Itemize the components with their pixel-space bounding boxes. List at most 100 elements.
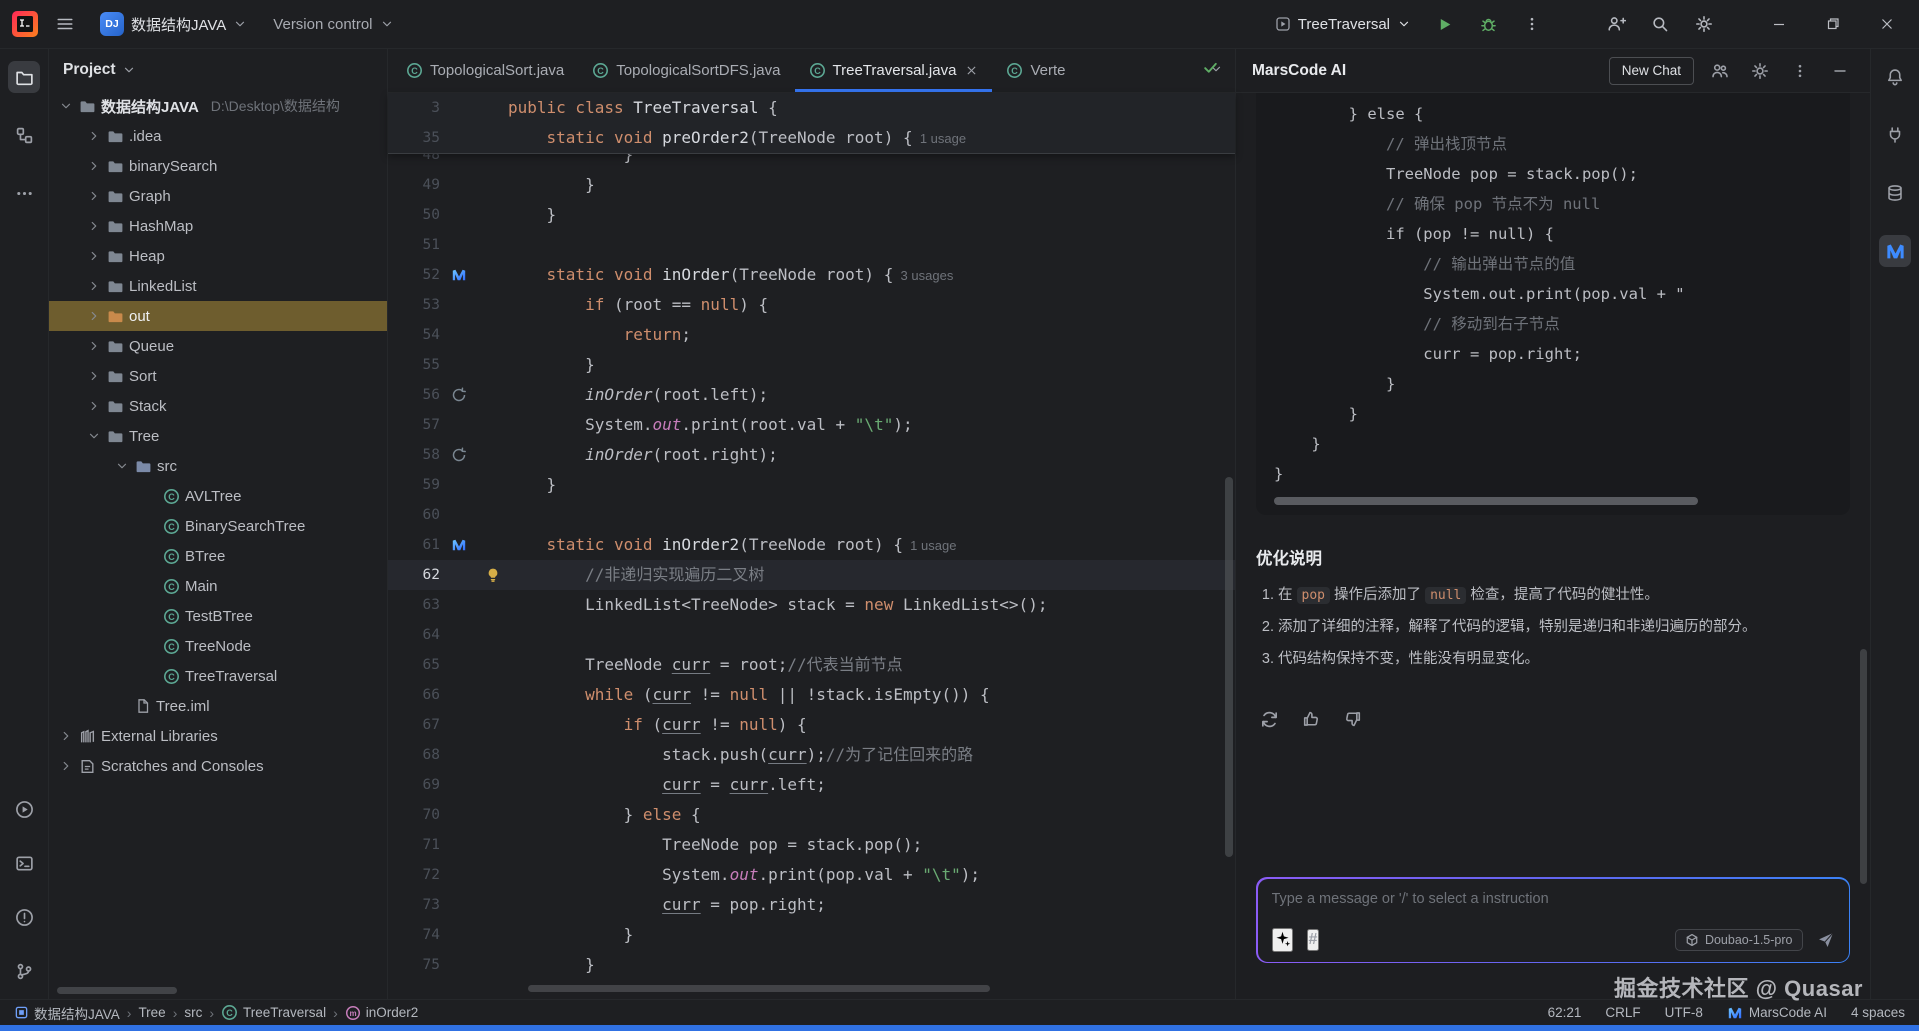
code-line-67[interactable]: 67 if (curr != null) { xyxy=(388,710,1235,740)
code-line-63[interactable]: 63 LinkedList<TreeNode> stack = new Link… xyxy=(388,590,1235,620)
more-actions-button[interactable] xyxy=(1515,7,1549,41)
code-line-35[interactable]: 35 static void preOrder2(TreeNode root) … xyxy=(388,123,1235,153)
code-line-55[interactable]: 55 } xyxy=(388,350,1235,380)
debug-button[interactable] xyxy=(1471,7,1505,41)
editor-tab-treetraversal-java[interactable]: CTreeTraversal.java xyxy=(795,49,993,92)
editor-vertical-scrollbar[interactable] xyxy=(1225,477,1233,857)
code-line-74[interactable]: 74 } xyxy=(388,920,1235,950)
version-control-tool-button[interactable] xyxy=(8,955,40,987)
tree-item-testbtree[interactable]: CTestBTree xyxy=(49,601,387,631)
ai-plugin-tool-button[interactable] xyxy=(1879,119,1911,151)
tree-item-out[interactable]: out xyxy=(49,301,387,331)
intention-bulb-icon[interactable] xyxy=(478,560,508,590)
recursive-gutter-icon[interactable] xyxy=(440,440,478,470)
code-line-66[interactable]: 66 while (curr != null || !stack.isEmpty… xyxy=(388,680,1235,710)
database-tool-button[interactable] xyxy=(1879,177,1911,209)
minimize-button[interactable] xyxy=(1757,7,1801,41)
code-line-56[interactable]: 56 inOrder(root.left); xyxy=(388,380,1235,410)
code-line-57[interactable]: 57 System.out.print(root.val + "\t"); xyxy=(388,410,1235,440)
breadcrumb-item-tree[interactable]: Tree xyxy=(138,1005,165,1020)
run-config-selector[interactable]: TreeTraversal xyxy=(1269,12,1417,37)
project-horizontal-scrollbar[interactable] xyxy=(57,987,177,994)
model-selector[interactable]: Doubao-1.5-pro xyxy=(1675,929,1803,951)
project-selector[interactable]: DJ 数据结构JAVA xyxy=(92,8,255,40)
structure-tool-button[interactable] xyxy=(8,119,40,151)
tree-item-hashmap[interactable]: HashMap xyxy=(49,211,387,241)
code-line-70[interactable]: 70 } else { xyxy=(388,800,1235,830)
tree-item-queue[interactable]: Queue xyxy=(49,331,387,361)
tree-item-tree-iml[interactable]: Tree.iml xyxy=(49,691,387,721)
tree-item-main[interactable]: CMain xyxy=(49,571,387,601)
code-line-52[interactable]: 52 static void inOrder(TreeNode root) { … xyxy=(388,260,1235,290)
tree-item--java[interactable]: 数据结构JAVAD:\Desktop\数据结构 xyxy=(49,91,387,121)
breadcrumb-item-src[interactable]: src xyxy=(184,1005,202,1020)
file-encoding[interactable]: UTF-8 xyxy=(1665,1005,1703,1020)
enhance-prompt-button[interactable] xyxy=(1272,928,1293,952)
project-tool-button[interactable] xyxy=(8,61,40,93)
indent-style[interactable]: 4 spaces xyxy=(1851,1005,1905,1020)
code-line-50[interactable]: 50 } xyxy=(388,200,1235,230)
breadcrumb-item-treetraversal[interactable]: CTreeTraversal xyxy=(221,1004,326,1021)
run-tool-button[interactable] xyxy=(8,793,40,825)
code-line-73[interactable]: 73 curr = pop.right; xyxy=(388,890,1235,920)
tree-item-tree[interactable]: Tree xyxy=(49,421,387,451)
tree-item-btree[interactable]: CBTree xyxy=(49,541,387,571)
tree-item-binarysearch[interactable]: binarySearch xyxy=(49,151,387,181)
new-chat-button[interactable]: New Chat xyxy=(1609,57,1694,85)
inspections-ok-icon[interactable] xyxy=(1202,59,1219,76)
breadcrumb-item--java[interactable]: 数据结构JAVA xyxy=(14,1003,120,1023)
tree-item-src[interactable]: src xyxy=(49,451,387,481)
marscode-status[interactable]: MarsCode AI xyxy=(1727,1005,1827,1021)
thumbs-up-button[interactable] xyxy=(1298,706,1324,732)
tree-item-scratches-and-consoles[interactable]: Scratches and Consoles xyxy=(49,751,387,781)
context-button[interactable]: # xyxy=(1307,929,1320,951)
restore-button[interactable] xyxy=(1811,7,1855,41)
regenerate-button[interactable] xyxy=(1256,706,1282,732)
project-panel-header[interactable]: Project xyxy=(49,49,387,91)
marscode-gutter-icon[interactable] xyxy=(440,530,478,560)
more-tool-button[interactable] xyxy=(8,177,40,209)
tree-item-linkedlist[interactable]: LinkedList xyxy=(49,271,387,301)
ai-more-button[interactable] xyxy=(1786,57,1814,85)
run-button[interactable] xyxy=(1427,7,1461,41)
tree-item-avltree[interactable]: CAVLTree xyxy=(49,481,387,511)
marscode-gutter-icon[interactable] xyxy=(440,260,478,290)
tree-item-stack[interactable]: Stack xyxy=(49,391,387,421)
code-line-58[interactable]: 58 inOrder(root.right); xyxy=(388,440,1235,470)
tree-item--idea[interactable]: .idea xyxy=(49,121,387,151)
ai-message-input[interactable] xyxy=(1272,891,1835,907)
editor-tab-verte[interactable]: CVerte xyxy=(992,49,1079,92)
code-line-53[interactable]: 53 if (root == null) { xyxy=(388,290,1235,320)
tree-item-binarysearchtree[interactable]: CBinarySearchTree xyxy=(49,511,387,541)
community-button[interactable] xyxy=(1706,57,1734,85)
code-line-60[interactable]: 60 xyxy=(388,500,1235,530)
tree-item-treetraversal[interactable]: CTreeTraversal xyxy=(49,661,387,691)
code-line-69[interactable]: 69 curr = curr.left; xyxy=(388,770,1235,800)
vcs-selector[interactable]: Version control xyxy=(265,12,401,37)
editor-horizontal-scrollbar[interactable] xyxy=(528,985,990,992)
code-with-me-button[interactable] xyxy=(1599,7,1633,41)
code-line-61[interactable]: 61 static void inOrder2(TreeNode root) {… xyxy=(388,530,1235,560)
recursive-gutter-icon[interactable] xyxy=(440,380,478,410)
code-line-68[interactable]: 68 stack.push(curr);//为了记住回来的路 xyxy=(388,740,1235,770)
thumbs-down-button[interactable] xyxy=(1340,706,1366,732)
send-button[interactable] xyxy=(1817,931,1835,949)
tree-item-external-libraries[interactable]: External Libraries xyxy=(49,721,387,751)
tree-item-sort[interactable]: Sort xyxy=(49,361,387,391)
code-line-75[interactable]: 75 } xyxy=(388,950,1235,980)
notifications-tool-button[interactable] xyxy=(1879,61,1911,93)
close-tab-icon[interactable] xyxy=(965,64,978,77)
terminal-tool-button[interactable] xyxy=(8,847,40,879)
breadcrumb-item-inorder2[interactable]: minOrder2 xyxy=(345,1005,419,1021)
code-line-59[interactable]: 59 } xyxy=(388,470,1235,500)
code-line-54[interactable]: 54 return; xyxy=(388,320,1235,350)
editor-tab-topologicalsortdfs-java[interactable]: CTopologicalSortDFS.java xyxy=(578,49,794,92)
caret-position[interactable]: 62:21 xyxy=(1548,1005,1582,1020)
hide-panel-button[interactable] xyxy=(1826,57,1854,85)
code-line-49[interactable]: 49 } xyxy=(388,170,1235,200)
close-button[interactable] xyxy=(1865,7,1909,41)
tree-item-graph[interactable]: Graph xyxy=(49,181,387,211)
search-everywhere-button[interactable] xyxy=(1643,7,1677,41)
code-line-3[interactable]: 3public class TreeTraversal { xyxy=(388,93,1235,123)
tree-item-heap[interactable]: Heap xyxy=(49,241,387,271)
